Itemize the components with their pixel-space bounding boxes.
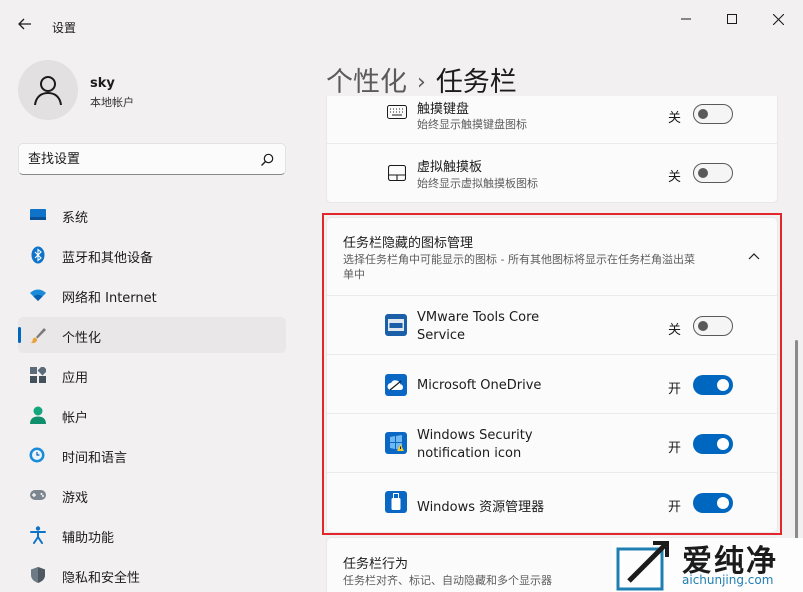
sidebar-item-gaming[interactable]: 游戏 bbox=[18, 477, 286, 513]
section-title: 任务栏行为 bbox=[343, 557, 409, 572]
divider bbox=[327, 295, 778, 296]
app-name: Windows Security bbox=[417, 428, 533, 443]
page-title: 任务栏 bbox=[435, 67, 517, 98]
search-input[interactable] bbox=[28, 150, 248, 168]
sidebar-item-personalization[interactable]: 个性化 bbox=[18, 317, 286, 353]
windows-security-toggle[interactable] bbox=[693, 434, 733, 454]
divider bbox=[327, 354, 778, 355]
sidebar-item-label: 游戏 bbox=[62, 491, 89, 506]
sidebar-item-label: 网络和 Internet bbox=[62, 291, 157, 306]
onedrive-toggle[interactable] bbox=[693, 375, 733, 395]
search-icon[interactable] bbox=[259, 152, 275, 168]
toggle-state-label: 开 bbox=[668, 500, 682, 515]
settings-content: 触摸键盘 始终显示触摸键盘图标 关 虚拟触摸板 始终显示虚拟触摸板图标 关 任务… bbox=[326, 96, 778, 592]
toggle-state-label: 开 bbox=[668, 382, 682, 397]
watermark-url: aichunjing.com bbox=[682, 573, 774, 587]
shield-icon bbox=[29, 566, 47, 584]
corner-icons-card: 触摸键盘 始终显示触摸键盘图标 关 虚拟触摸板 始终显示虚拟触摸板图标 关 bbox=[326, 96, 778, 203]
apps-icon bbox=[29, 366, 47, 384]
sidebar-item-label: 应用 bbox=[62, 371, 89, 386]
breadcrumb-parent[interactable]: 个性化 bbox=[326, 67, 407, 98]
sidebar-item-accounts[interactable]: 帐户 bbox=[18, 397, 286, 433]
user-name: sky bbox=[90, 76, 115, 91]
vmware-toggle[interactable] bbox=[693, 316, 733, 336]
bluetooth-icon bbox=[29, 246, 47, 264]
window-title: 设置 bbox=[52, 21, 77, 35]
gamepad-icon bbox=[29, 486, 47, 504]
setting-description: 始终显示触摸键盘图标 bbox=[417, 118, 527, 131]
app-name: Service bbox=[417, 328, 466, 343]
divider bbox=[327, 472, 778, 473]
sidebar-item-label: 蓝牙和其他设备 bbox=[62, 251, 154, 266]
sidebar-item-label: 个性化 bbox=[62, 331, 102, 346]
section-description: 选择任务栏角中可能显示的图标 - 所有其他图标将显示在任务栏角溢出菜 bbox=[343, 253, 695, 266]
divider bbox=[327, 143, 778, 144]
maximize-button[interactable] bbox=[709, 6, 755, 32]
sidebar-item-label: 时间和语言 bbox=[62, 451, 128, 466]
usb-drive-icon bbox=[385, 491, 407, 513]
wifi-icon bbox=[29, 286, 47, 304]
brush-icon bbox=[29, 326, 47, 344]
setting-title: 触摸键盘 bbox=[417, 102, 470, 117]
sidebar-item-bluetooth[interactable]: 蓝牙和其他设备 bbox=[18, 237, 286, 273]
app-name: VMware Tools Core bbox=[417, 310, 540, 325]
sidebar-item-apps[interactable]: 应用 bbox=[18, 357, 286, 393]
divider bbox=[327, 413, 778, 414]
sidebar-item-time-language[interactable]: 时间和语言 bbox=[18, 437, 286, 473]
system-icon bbox=[29, 206, 47, 224]
sidebar-item-network[interactable]: 网络和 Internet bbox=[18, 277, 286, 313]
app-name: Microsoft OneDrive bbox=[417, 378, 542, 393]
toggle-state-label: 关 bbox=[668, 170, 682, 185]
close-button[interactable] bbox=[755, 6, 801, 32]
watermark: 爱纯净 aichunjing.com bbox=[612, 538, 803, 592]
clock-globe-icon bbox=[29, 446, 47, 464]
close-icon bbox=[772, 13, 784, 25]
sidebar-item-label: 系统 bbox=[62, 211, 89, 226]
setting-title: 虚拟触摸板 bbox=[417, 160, 483, 175]
search-box[interactable] bbox=[18, 143, 286, 175]
sidebar-item-label: 隐私和安全性 bbox=[62, 571, 141, 586]
breadcrumb: 个性化 › 任务栏 bbox=[326, 60, 517, 99]
accessibility-icon bbox=[29, 526, 47, 544]
chevron-up-icon[interactable] bbox=[748, 252, 760, 260]
vmware-icon bbox=[385, 314, 407, 336]
section-description: 任务栏对齐、标记、自动隐藏和多个显示器 bbox=[343, 574, 552, 587]
section-title: 任务栏隐藏的图标管理 bbox=[343, 236, 474, 251]
sidebar-item-accessibility[interactable]: 辅助功能 bbox=[18, 517, 286, 553]
app-name: notification icon bbox=[417, 446, 522, 461]
sidebar-nav: 系统 蓝牙和其他设备 网络和 Internet 个性化 应用 帐户 时间和语言 … bbox=[18, 197, 286, 592]
windows-explorer-toggle[interactable] bbox=[693, 493, 733, 513]
toggle-state-label: 开 bbox=[668, 441, 682, 456]
account-type: 本地帐户 bbox=[90, 96, 134, 109]
section-description: 单中 bbox=[343, 268, 365, 281]
sidebar-item-system[interactable]: 系统 bbox=[18, 197, 286, 233]
maximize-icon bbox=[727, 14, 737, 24]
virtual-touchpad-toggle[interactable] bbox=[693, 163, 733, 183]
watermark-logo-icon bbox=[616, 541, 669, 591]
avatar[interactable] bbox=[18, 60, 78, 120]
arrow-left-icon bbox=[18, 18, 31, 30]
sidebar-item-privacy[interactable]: 隐私和安全性 bbox=[18, 557, 286, 592]
account-icon bbox=[29, 406, 47, 424]
minimize-icon bbox=[681, 18, 691, 20]
touchpad-icon bbox=[386, 162, 408, 184]
taskbar-overflow-card: 任务栏隐藏的图标管理 选择任务栏角中可能显示的图标 - 所有其他图标将显示在任务… bbox=[326, 217, 778, 533]
windows-security-icon bbox=[385, 432, 407, 454]
toggle-state-label: 关 bbox=[668, 323, 682, 338]
setting-description: 始终显示虚拟触摸板图标 bbox=[417, 177, 538, 190]
minimize-button[interactable] bbox=[663, 6, 709, 32]
title-bar: 设置 bbox=[0, 0, 803, 40]
sidebar-item-label: 辅助功能 bbox=[62, 531, 115, 546]
back-button[interactable] bbox=[14, 13, 36, 35]
app-name: Windows 资源管理器 bbox=[417, 500, 545, 515]
person-icon bbox=[34, 76, 62, 106]
sidebar-item-label: 帐户 bbox=[62, 411, 89, 426]
touch-keyboard-toggle[interactable] bbox=[693, 104, 733, 124]
toggle-state-label: 关 bbox=[668, 111, 682, 126]
breadcrumb-separator: › bbox=[417, 70, 426, 95]
onedrive-icon bbox=[385, 374, 407, 396]
keyboard-icon bbox=[386, 101, 408, 123]
